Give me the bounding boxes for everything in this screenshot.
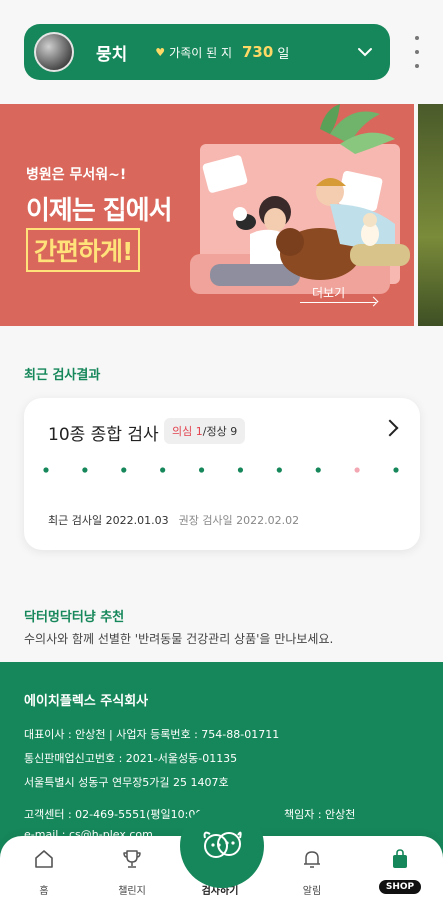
suspect-count: 의심 1 <box>172 425 203 438</box>
days-label: 가족이 된 지 <box>169 45 232 60</box>
normal-dot <box>82 467 88 473</box>
shopping-bag-icon <box>360 846 440 872</box>
last-test-date: 최근 검사일 2022.01.03 <box>48 514 169 527</box>
pet-name: 뭉치 <box>96 44 128 65</box>
normal-dot <box>276 467 282 473</box>
pet-selector[interactable]: 뭉치 ♥ 가족이 된 지 730 일 <box>24 24 390 80</box>
normal-dot <box>237 467 244 473</box>
banner-illustration <box>180 104 414 326</box>
days-count: 730 <box>242 43 274 61</box>
nav-challenge[interactable]: 챌린지 <box>92 846 172 897</box>
nav-shop-label: SHOP <box>378 880 422 894</box>
privacy-officer: 책임자 : 안상천 <box>284 808 356 821</box>
promo-banner[interactable]: 병원은 무서워~! 이제는 집에서 간편하게! 더보기 <box>0 104 414 326</box>
normal-dot <box>198 467 205 473</box>
pet-scan-icon <box>203 831 242 858</box>
banner-subtitle: 병원은 무서워~! <box>26 167 127 183</box>
test-dates: 최근 검사일 2022.01.03 권장 검사일 2022.02.02 <box>48 512 299 528</box>
banner-title: 이제는 집에서 <box>26 196 173 226</box>
recent-results-title: 최근 검사결과 <box>24 368 101 383</box>
test-center-button[interactable] <box>180 804 264 888</box>
nav-home-label: 홈 <box>39 886 49 897</box>
heart-icon: ♥ <box>155 45 166 59</box>
company-name: 에이치플렉스 주식회사 <box>24 694 149 709</box>
normal-dot <box>121 467 127 473</box>
banner-more-link[interactable]: 더보기 <box>312 284 345 301</box>
company-ceo: 대표이사 : 안상천 | 사업자 등록번호 : 754-88-01711 <box>24 728 280 741</box>
banner-highlight: 간편하게! <box>26 228 141 272</box>
nav-alarm-label: 알림 <box>302 886 322 897</box>
recommended-test-date: 권장 검사일 2022.02.02 <box>178 514 300 527</box>
normal-dot <box>393 467 399 473</box>
trophy-icon <box>92 846 172 872</box>
days-unit: 일 <box>277 46 290 62</box>
more-menu-icon[interactable] <box>410 36 424 68</box>
next-banner-peek[interactable] <box>418 104 443 326</box>
normal-dot <box>43 467 49 473</box>
normal-count: 정상 9 <box>206 425 238 438</box>
bell-icon <box>272 846 352 872</box>
home-icon <box>4 846 84 872</box>
nav-alarm[interactable]: 알림 <box>272 846 352 897</box>
nav-challenge-label: 챌린지 <box>118 886 146 897</box>
nav-shop[interactable]: SHOP <box>360 846 440 894</box>
result-dots <box>43 467 399 473</box>
test-name: 10종 종합 검사 <box>48 425 159 445</box>
nav-home[interactable]: 홈 <box>4 846 84 897</box>
company-address: 서울특별시 성동구 연무장5가길 25 1407호 <box>24 776 229 789</box>
recommend-description: 수의사와 함께 선별한 '반려동물 건강관리 상품'을 만나보세요. <box>24 632 334 646</box>
pet-avatar <box>34 32 74 72</box>
recommend-title: 닥터멍닥터냥 추천 <box>24 610 125 625</box>
suspect-dot <box>354 467 360 473</box>
recent-result-card[interactable]: 10종 종합 검사 의심 1 / 정상 9 최근 검사일 2022.01.03 … <box>24 398 420 550</box>
days-together: ♥ 가족이 된 지 730 일 <box>155 43 289 62</box>
banner-more-underline <box>300 302 376 303</box>
chevron-right-icon[interactable] <box>381 419 399 437</box>
result-summary-badge: 의심 1 / 정상 9 <box>164 418 246 444</box>
company-license: 통신판매업신고번호 : 2021-서울성동-01135 <box>24 752 238 765</box>
chevron-down-icon[interactable] <box>354 41 376 63</box>
normal-dot <box>160 467 166 473</box>
normal-dot <box>315 467 321 473</box>
